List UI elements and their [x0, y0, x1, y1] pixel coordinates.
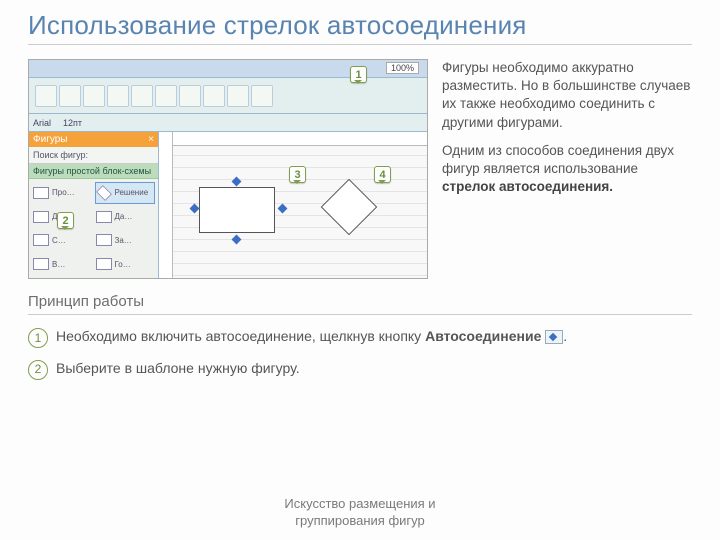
shapes-panel-header: Фигуры ×	[29, 132, 158, 147]
autoconnect-arrow-icon[interactable]	[232, 177, 242, 187]
paragraph-2: Одним из способов соединения двух фигур …	[442, 142, 692, 197]
section-heading: Принцип работы	[28, 293, 692, 315]
stencil-item-label: За…	[115, 236, 132, 245]
shapes-panel: Фигуры × Поиск фигур: Фигуры простой бло…	[29, 132, 159, 278]
slide-title: Использование стрелок автосоединения	[28, 10, 692, 45]
stencil-item-label: Го…	[115, 260, 131, 269]
ribbon-button[interactable]	[155, 85, 177, 107]
ribbon-button[interactable]	[227, 85, 249, 107]
drawing-canvas[interactable]: 3 4	[159, 132, 427, 278]
autoconnect-arrow-icon[interactable]	[232, 235, 242, 245]
footer-line2: группирования фигур	[295, 513, 425, 528]
callout-4: 4	[374, 166, 391, 183]
toolbar: Arial 12пт	[29, 114, 427, 132]
diamond-shape[interactable]	[321, 179, 378, 236]
stencil-item-label: Да…	[115, 212, 133, 221]
ruler-vertical	[159, 132, 173, 278]
text-bold: стрелок автосоединения.	[442, 179, 613, 194]
text-span: Необходимо включить автосоединение, щелк…	[56, 328, 425, 344]
stencil-item-label: Про…	[52, 188, 75, 197]
ribbon	[29, 78, 427, 114]
stencil-item[interactable]: В…	[33, 254, 92, 274]
stencil-item-selected[interactable]: Решение	[96, 183, 155, 203]
text-bold: Автосоединение	[425, 328, 541, 344]
callout-3: 3	[289, 166, 306, 183]
ribbon-button[interactable]	[83, 85, 105, 107]
titlebar	[29, 60, 427, 78]
autoconnect-arrow-icon[interactable]	[278, 204, 288, 214]
ribbon-button[interactable]	[203, 85, 225, 107]
ribbon-button[interactable]	[107, 85, 129, 107]
steps-list: Необходимо включить автосоединение, щелк…	[28, 327, 692, 378]
paragraph-1: Фигуры необходимо аккуратно разместить. …	[442, 59, 692, 132]
shapes-category[interactable]: Фигуры простой блок-схемы	[29, 164, 158, 179]
stencil-item-label: С…	[52, 236, 66, 245]
step-2: Выберите в шаблоне нужную фигуру.	[28, 359, 692, 379]
zoom-indicator: 100%	[386, 62, 419, 74]
ribbon-button[interactable]	[59, 85, 81, 107]
description-text: Фигуры необходимо аккуратно разместить. …	[442, 59, 692, 279]
ribbon-button[interactable]	[131, 85, 153, 107]
slide-footer: Искусство размещения и группирования фиг…	[0, 496, 720, 530]
callout-2: 2	[57, 212, 74, 229]
ribbon-button[interactable]	[251, 85, 273, 107]
shapes-panel-title: Фигуры	[33, 134, 67, 145]
autoconnect-button-icon	[545, 330, 563, 344]
close-icon[interactable]: ×	[148, 134, 154, 145]
stencil-item[interactable]: Да…	[96, 207, 155, 227]
callout-1: 1	[350, 66, 367, 83]
footer-line1: Искусство размещения и	[284, 496, 435, 511]
ribbon-button[interactable]	[35, 85, 57, 107]
tb-font: Arial	[33, 118, 51, 128]
stencil-item[interactable]: Го…	[96, 254, 155, 274]
ruler-horizontal	[159, 132, 427, 146]
rectangle-shape[interactable]	[199, 187, 275, 233]
autoconnect-arrow-icon[interactable]	[190, 204, 200, 214]
stencil-item[interactable]: За…	[96, 231, 155, 251]
ribbon-button[interactable]	[179, 85, 201, 107]
step-1: Необходимо включить автосоединение, щелк…	[28, 327, 692, 347]
shapes-search-label: Поиск фигур:	[29, 147, 158, 164]
stencil-item[interactable]: Про…	[33, 183, 92, 203]
app-screenshot: 100% Arial 12пт Фигуры × Поиск фигу	[28, 59, 428, 279]
text-span: Одним из способов соединения двух фигур …	[442, 143, 674, 176]
stencil-item-label: Решение	[115, 188, 149, 197]
tb-size: 12пт	[63, 118, 82, 128]
text-span: .	[563, 328, 567, 344]
stencil-item-label: В…	[52, 260, 65, 269]
